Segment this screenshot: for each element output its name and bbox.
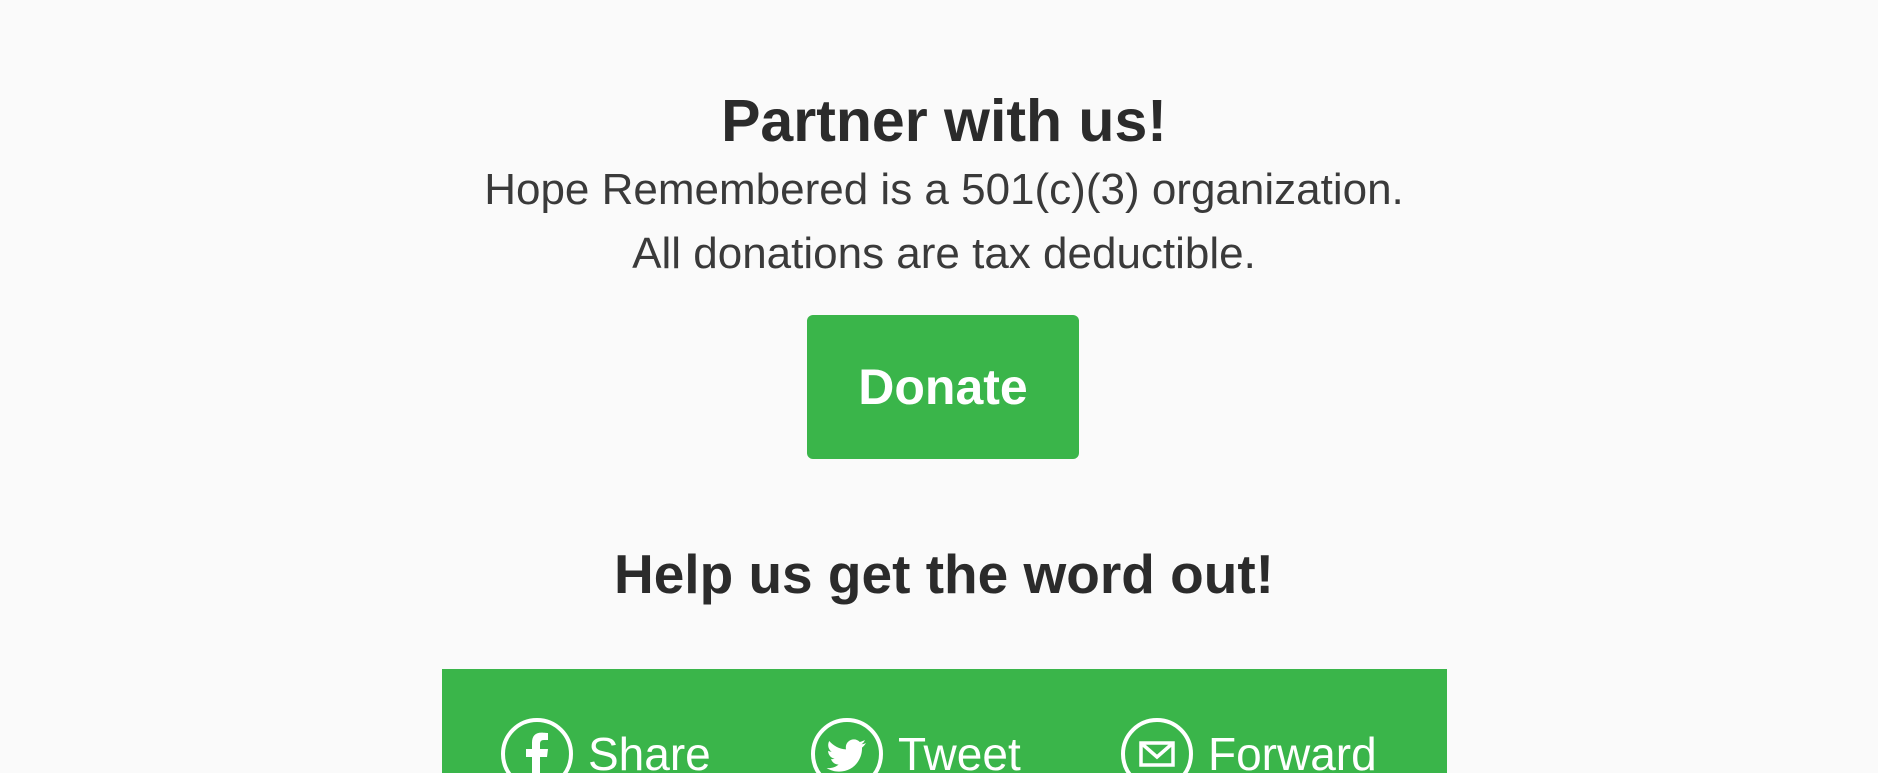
tweet-link[interactable]: Tweet — [810, 714, 1021, 773]
forward-label: Forward — [1208, 728, 1377, 773]
share-label: Share — [588, 728, 711, 773]
facebook-icon — [501, 718, 573, 773]
forward-link[interactable]: Forward — [1120, 714, 1377, 773]
tweet-label: Tweet — [898, 728, 1021, 773]
tax-deductible-statement: All donations are tax deductible. — [632, 229, 1256, 278]
donate-button[interactable]: Donate — [807, 315, 1079, 459]
partner-title: Partner with us! — [721, 88, 1167, 154]
page: Partner with us! Hope Remembered is a 50… — [0, 0, 1878, 773]
share-bar: Share Tweet Forward — [442, 669, 1447, 773]
share-title: Help us get the word out! — [614, 543, 1274, 605]
email-icon — [1121, 718, 1193, 773]
nonprofit-statement: Hope Remembered is a 501(c)(3) organizat… — [484, 165, 1404, 214]
share-link[interactable]: Share — [500, 714, 711, 773]
twitter-icon — [811, 718, 883, 773]
